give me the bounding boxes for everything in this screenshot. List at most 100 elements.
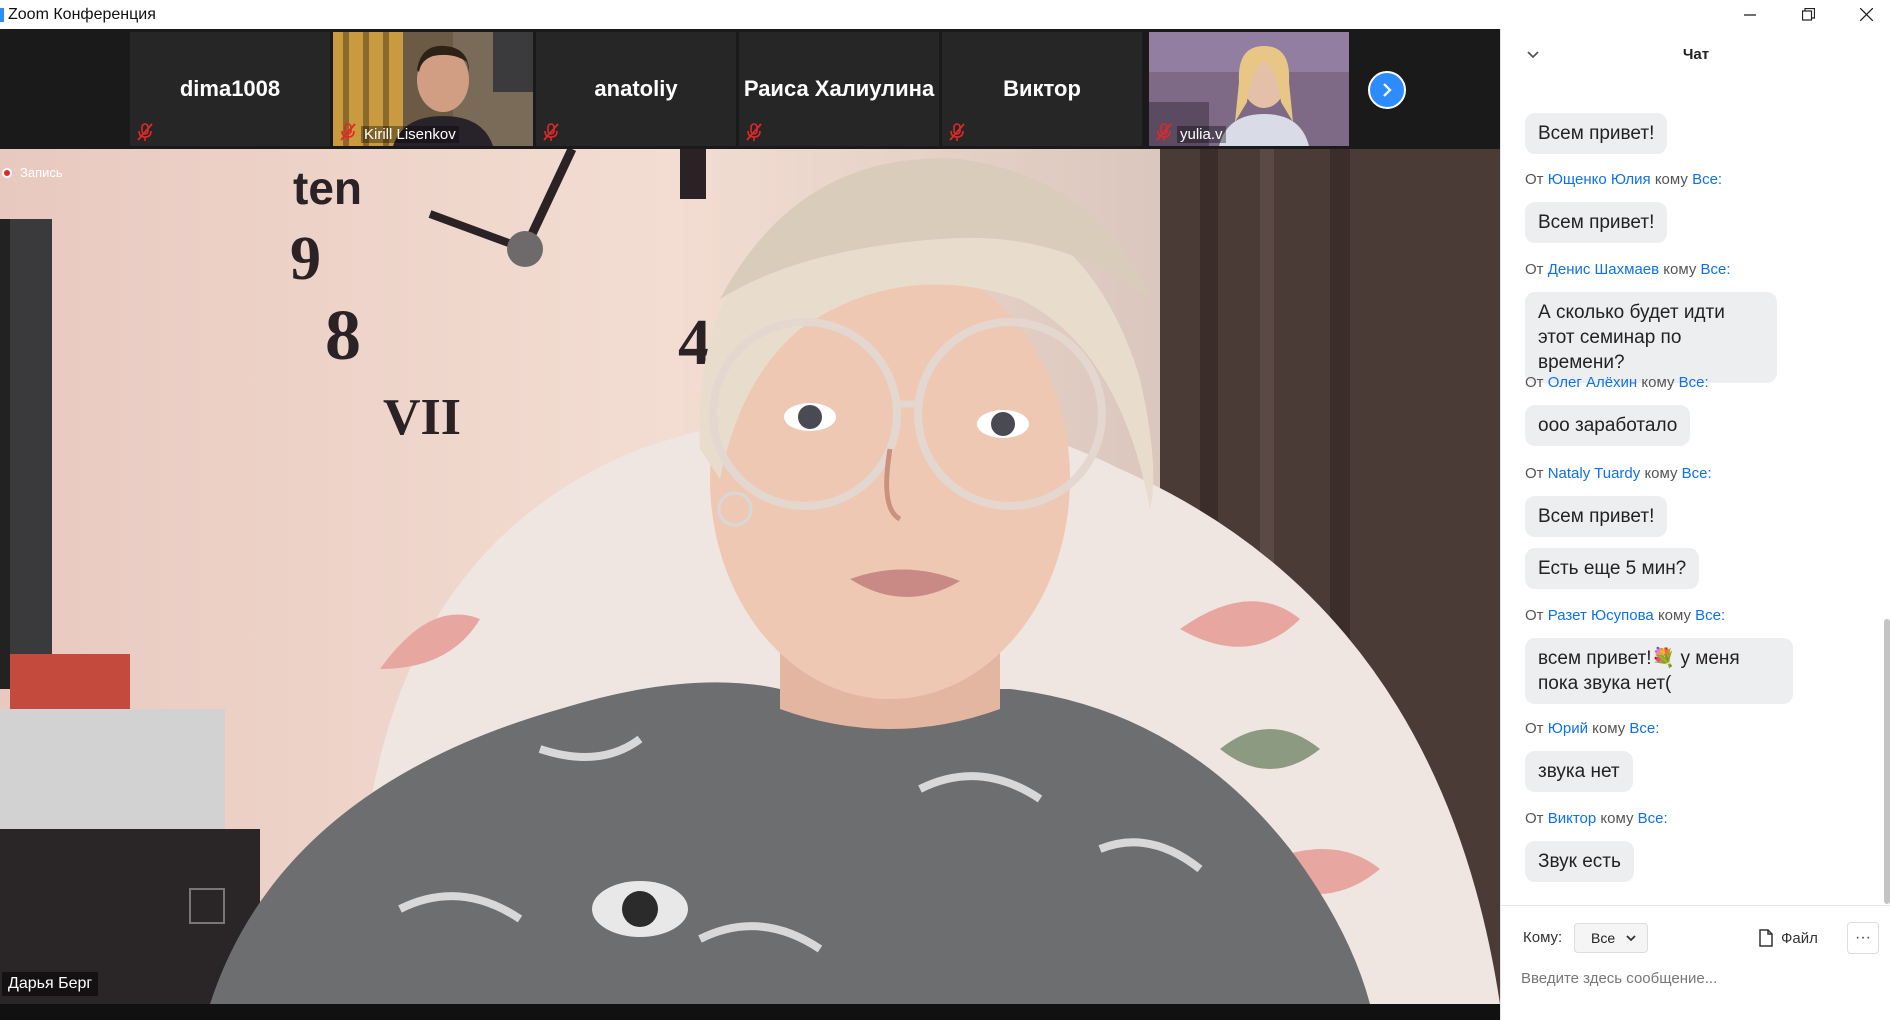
chat-message-header: От Денис Шахмаев кому Все: — [1525, 261, 1731, 278]
close-icon — [1859, 8, 1873, 21]
file-icon — [1759, 929, 1773, 947]
sender-name[interactable]: Олег Алёхин — [1548, 374, 1638, 391]
svg-text:ten: ten — [293, 162, 362, 214]
to-prefix: кому — [1600, 810, 1634, 827]
file-button-label: Файл — [1781, 929, 1818, 947]
recording-indicator: Запись — [2, 165, 63, 180]
participant-tile[interactable]: anatoliy — [536, 32, 736, 146]
from-prefix: От — [1525, 720, 1544, 737]
chat-message-bubble: Всем привет! — [1525, 496, 1668, 537]
participant-name: anatoliy — [594, 76, 678, 101]
participant-tile-video[interactable]: yulia.v — [1149, 32, 1349, 146]
from-prefix: От — [1525, 810, 1544, 827]
next-page-button[interactable] — [1368, 71, 1406, 109]
from-prefix: От — [1525, 607, 1544, 624]
recipient-name: Все: — [1692, 171, 1723, 188]
restore-button[interactable] — [1786, 0, 1830, 29]
participant-tile[interactable]: dima1008 — [130, 32, 330, 146]
sender-name[interactable]: Денис Шахмаев — [1548, 261, 1659, 278]
thumbnail-strip: dima1008 Kirill Lisenkov anatoliy Раиса … — [0, 29, 1500, 149]
chat-message-header: От Олег Алёхин кому Все: — [1525, 374, 1709, 391]
chat-compose-toolbar: Кому: Все Файл ··· — [1501, 922, 1890, 954]
mic-muted-icon — [746, 123, 762, 141]
recipient-select[interactable]: Все — [1574, 923, 1648, 953]
to-prefix: кому — [1592, 720, 1626, 737]
to-prefix: кому — [1663, 261, 1697, 278]
svg-text:VII: VII — [383, 389, 461, 446]
to-prefix: кому — [1644, 465, 1678, 482]
chat-message-bubble: всем привет!💐 у меня пока звука нет( — [1525, 638, 1793, 704]
recording-dot-icon — [2, 167, 12, 178]
minimize-icon — [1744, 13, 1756, 16]
sender-name[interactable]: Разет Юсупова — [1548, 607, 1654, 624]
chat-message-bubble: звука нет — [1525, 751, 1633, 792]
sender-name[interactable]: Nataly Tuardy — [1548, 465, 1641, 482]
chat-message-bubble: А сколько будет идти этот семинар по вре… — [1525, 292, 1777, 383]
window-title: Zoom Конференция — [8, 5, 156, 23]
from-prefix: От — [1525, 374, 1544, 391]
sender-name[interactable]: Ющенко Юлия — [1548, 171, 1651, 188]
close-window-button[interactable] — [1844, 0, 1888, 29]
title-bar: Zoom Конференция — [0, 0, 1890, 29]
chat-header: Чат — [1501, 29, 1890, 79]
chat-panel: Чат Всем привет! От Ющенко Юлия кому Все… — [1500, 29, 1890, 1020]
sender-name[interactable]: Юрий — [1548, 720, 1588, 737]
chat-message-header: От Юрий кому Все: — [1525, 720, 1659, 737]
recipient-name: Все: — [1678, 374, 1709, 391]
chat-title: Чат — [1682, 45, 1710, 63]
svg-text:9: 9 — [290, 225, 321, 293]
chevron-right-icon — [1383, 83, 1392, 97]
more-icon: ··· — [1855, 929, 1871, 946]
recipient-label: Кому: — [1523, 929, 1563, 946]
from-prefix: От — [1525, 171, 1544, 188]
recipient-name: Все: — [1700, 261, 1731, 278]
chat-message-input[interactable] — [1521, 963, 1871, 993]
speaker-name-label: Дарья Берг — [2, 972, 99, 996]
chat-message-header: От Ющенко Юлия кому Все: — [1525, 171, 1722, 188]
file-button[interactable]: Файл — [1759, 925, 1818, 951]
chat-message-bubble: Есть еще 5 мин? — [1525, 548, 1700, 589]
active-speaker-video: ten 9 8 VII 4 Запись Дарья Берг — [0, 149, 1500, 1004]
recipient-value: Все — [1591, 930, 1616, 946]
participant-tile-video[interactable]: Kirill Lisenkov — [333, 32, 533, 146]
more-options-button[interactable]: ··· — [1847, 922, 1879, 954]
mic-muted-icon — [340, 123, 356, 141]
mic-muted-icon — [543, 123, 559, 141]
chat-message-bubble: ооо заработало — [1525, 405, 1691, 446]
chat-message-header: От Nataly Tuardy кому Все: — [1525, 465, 1712, 482]
chat-scrollbar[interactable] — [1884, 619, 1890, 904]
speaker-video-frame: ten 9 8 VII 4 — [0, 149, 1500, 1004]
to-prefix: кому — [1657, 607, 1691, 624]
chat-message-bubble: Всем привет! — [1525, 202, 1668, 243]
from-prefix: От — [1525, 261, 1544, 278]
zoom-app-icon — [0, 7, 4, 22]
recipient-name: Все: — [1681, 465, 1712, 482]
to-prefix: кому — [1641, 374, 1675, 391]
video-bottom-edge — [0, 1004, 1500, 1020]
mic-muted-icon — [137, 123, 153, 141]
chat-divider — [1501, 905, 1890, 906]
participant-name: Раиса Халиулина — [743, 76, 935, 101]
mic-muted-icon — [1156, 123, 1172, 141]
participant-label: Kirill Lisenkov — [361, 126, 459, 143]
svg-text:8: 8 — [325, 295, 361, 375]
recipient-name: Все: — [1629, 720, 1660, 737]
recipient-name: Все: — [1637, 810, 1668, 827]
chevron-down-icon — [1626, 935, 1636, 942]
recording-label: Запись — [20, 165, 63, 180]
participant-tile[interactable]: Виктор — [942, 32, 1142, 146]
to-prefix: кому — [1654, 171, 1688, 188]
minimize-button[interactable] — [1728, 0, 1772, 29]
chat-message-list[interactable]: Всем привет! От Ющенко Юлия кому Все: Вс… — [1501, 79, 1881, 909]
participant-tile[interactable]: Раиса Халиулина — [739, 32, 939, 146]
participant-label: yulia.v — [1177, 126, 1226, 143]
from-prefix: От — [1525, 465, 1544, 482]
sender-name[interactable]: Виктор — [1548, 810, 1597, 827]
restore-icon — [1801, 8, 1815, 21]
chat-message-header: От Виктор кому Все: — [1525, 810, 1668, 827]
chat-message-header: От Разет Юсупова кому Все: — [1525, 607, 1725, 624]
video-area: dima1008 Kirill Lisenkov anatoliy Раиса … — [0, 29, 1500, 1020]
collapse-chevron-icon[interactable] — [1523, 45, 1543, 65]
mic-muted-icon — [949, 123, 965, 141]
recipient-name: Все: — [1695, 607, 1726, 624]
